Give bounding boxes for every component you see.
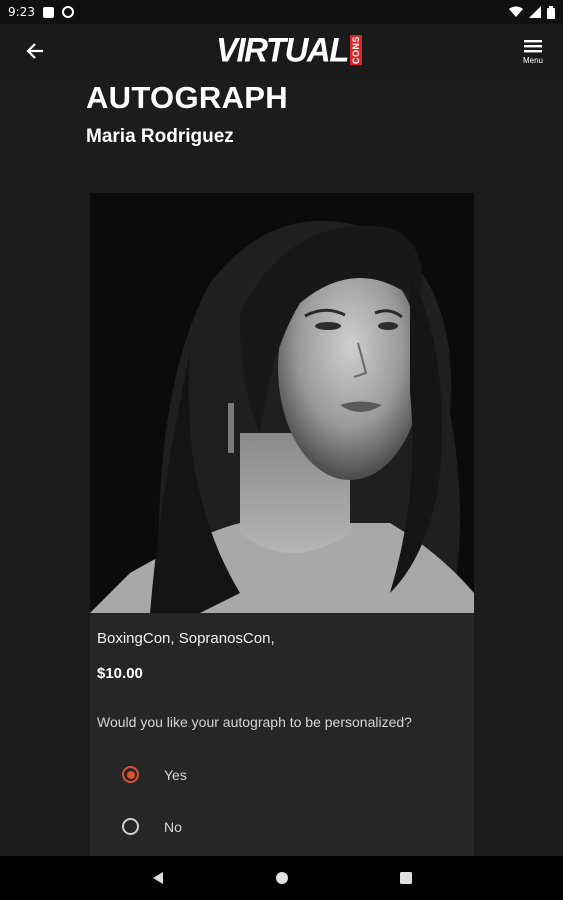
- arrow-left-icon: [26, 43, 43, 59]
- signal-icon: [529, 6, 541, 18]
- back-button[interactable]: [20, 36, 50, 66]
- page-title: AUTOGRAPH: [86, 80, 288, 115]
- app-bar: VIRTUAL CONS Menu: [0, 24, 563, 78]
- radio-yes[interactable]: [122, 766, 139, 783]
- menu-button[interactable]: Menu: [519, 38, 547, 65]
- radio-no[interactable]: [122, 818, 139, 835]
- logo-wordmark: VIRTUAL: [216, 30, 349, 69]
- celebrity-photo: [90, 193, 474, 613]
- product-card: BoxingCon, SopranosCon, $10.00 Would you…: [90, 193, 474, 856]
- battery-icon: [547, 5, 555, 19]
- option-no-label: No: [164, 818, 182, 835]
- nav-back-button[interactable]: [146, 866, 170, 890]
- cons-list: BoxingCon, SopranosCon,: [97, 630, 275, 647]
- square-recents-icon: [399, 872, 412, 884]
- sim-card-icon: [42, 6, 54, 18]
- system-nav-bar: [0, 856, 563, 900]
- nav-home-button[interactable]: [270, 866, 294, 890]
- hamburger-icon: [524, 40, 542, 53]
- status-time: 9:23: [8, 5, 35, 19]
- circle-home-icon: [275, 872, 288, 884]
- virtual-cons-logo[interactable]: VIRTUAL CONS: [216, 30, 362, 69]
- wifi-icon: [509, 6, 523, 17]
- triangle-back-icon: [152, 872, 163, 884]
- data-saver-icon: [61, 6, 74, 18]
- logo-tag: CONS: [349, 35, 362, 65]
- price: $10.00: [97, 665, 143, 682]
- celebrity-name: Maria Rodriguez: [86, 126, 234, 147]
- status-bar: 9:23: [0, 0, 563, 24]
- option-yes-label: Yes: [164, 766, 187, 783]
- portrait-image: [90, 193, 474, 613]
- nav-recents-button[interactable]: [394, 866, 418, 890]
- option-yes[interactable]: Yes: [122, 766, 187, 783]
- option-no[interactable]: No: [122, 818, 182, 835]
- menu-label: Menu: [522, 56, 543, 65]
- personalize-question: Would you like your autograph to be pers…: [97, 714, 412, 730]
